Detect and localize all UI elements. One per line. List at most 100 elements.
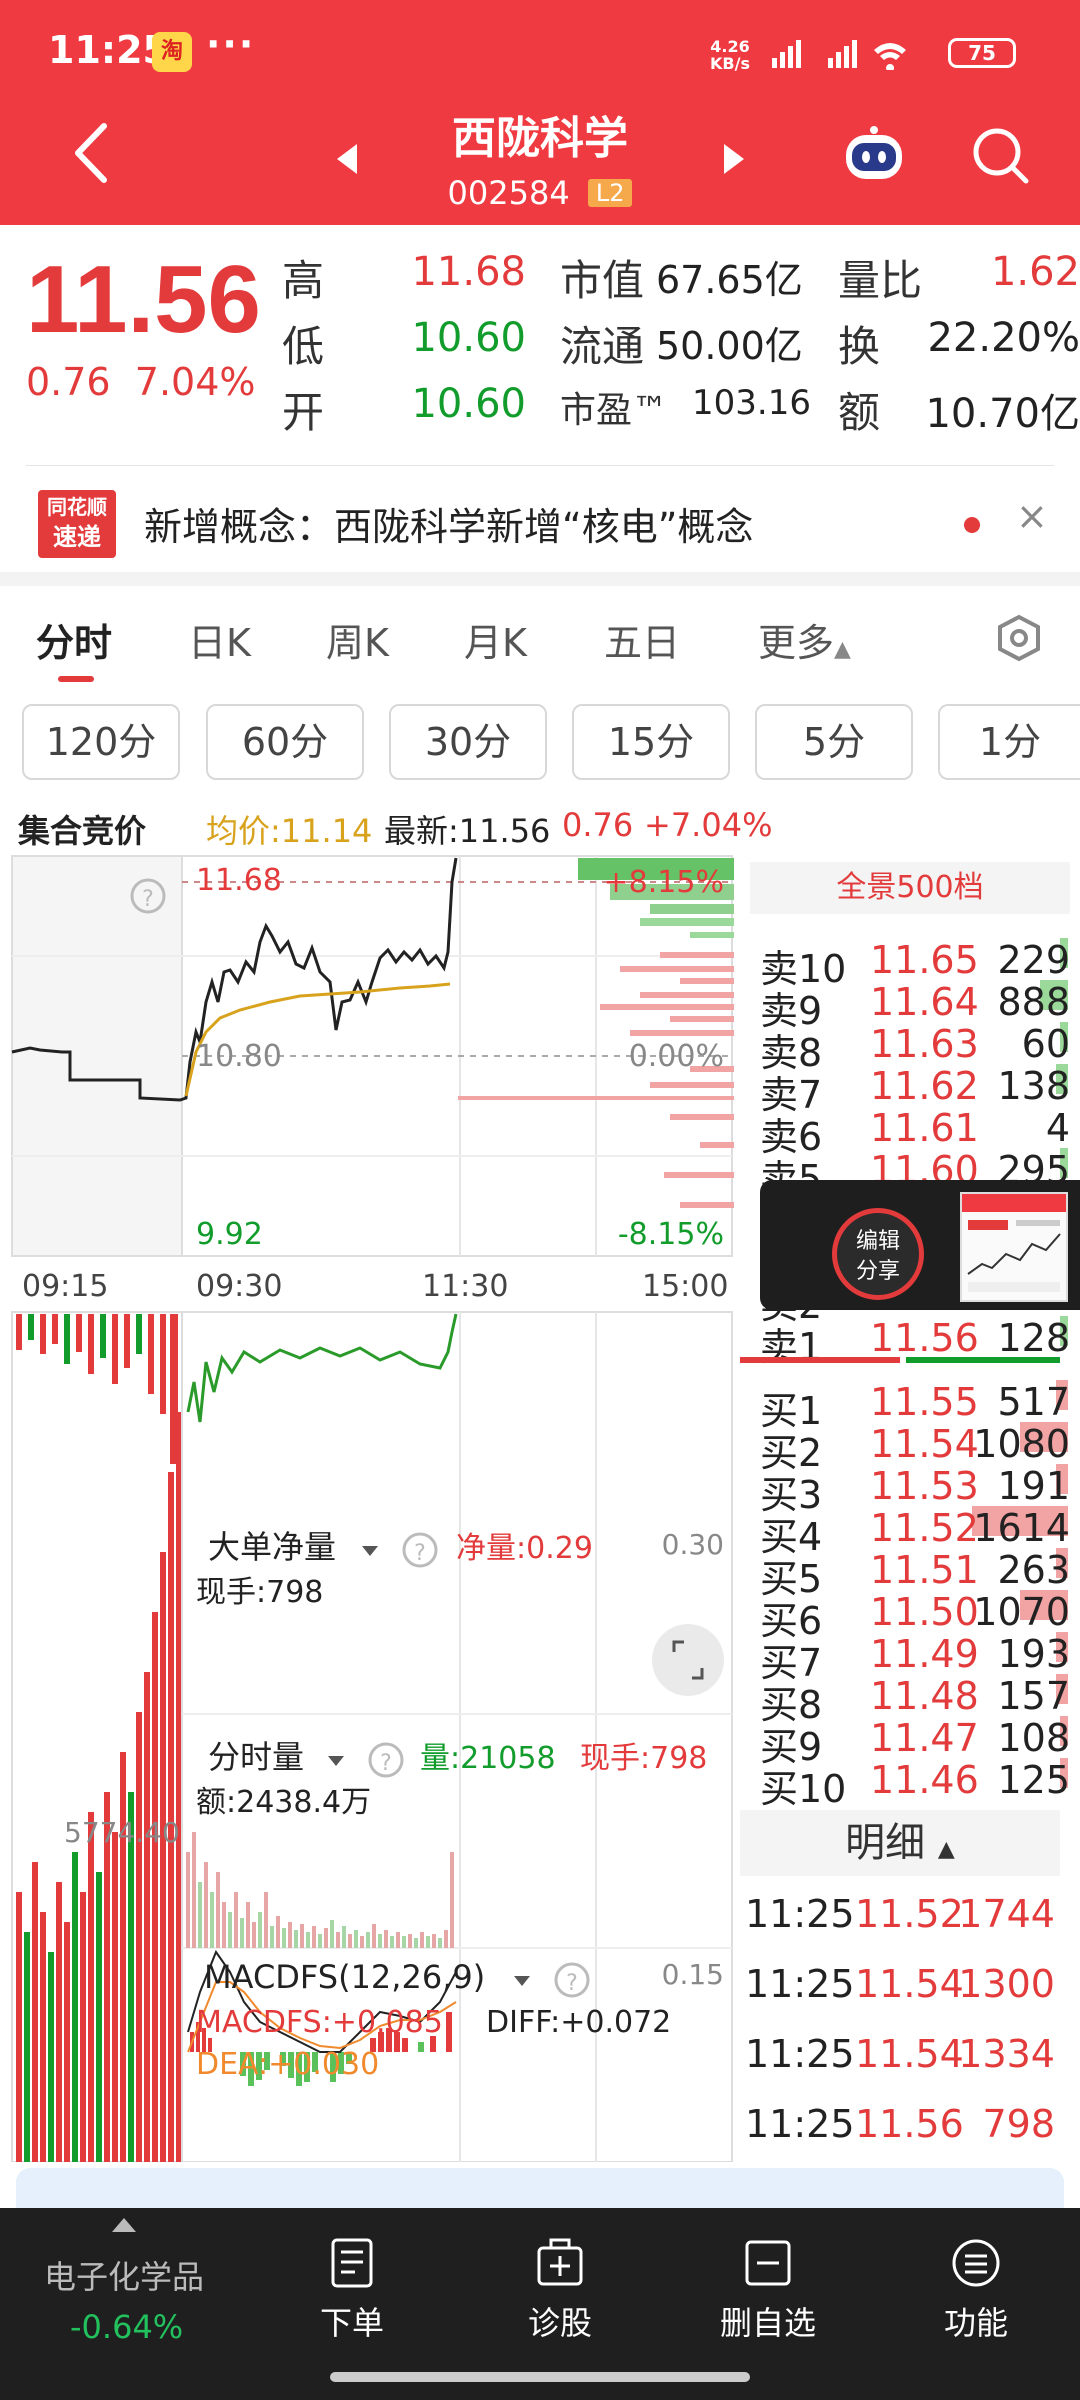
tab-weekly-k[interactable]: 周K	[326, 612, 389, 667]
bid-ask-ratio-bar	[740, 1354, 1060, 1364]
auction-label: 集合竞价	[18, 812, 147, 850]
bid-row[interactable]: 买2 11.54 1080	[760, 1422, 1080, 1475]
nav-order[interactable]: 下单	[282, 2236, 422, 2344]
nav-remove-favorite[interactable]: 删自选	[698, 2236, 838, 2344]
price-info-row: 集合竞价 均价:11.14 最新:11.56 0.76 +7.04%	[0, 800, 772, 860]
pct-top-label: +8.15%	[604, 865, 724, 900]
bid-row[interactable]: 买3 11.53 191	[760, 1464, 1080, 1517]
auction-volume-bars	[16, 1314, 181, 2162]
sector-expand-arrow-icon[interactable]	[112, 2218, 136, 2232]
trade-detail-header[interactable]: 明细 ▲	[740, 1810, 1060, 1876]
interval-60m-button[interactable]: 60分	[206, 704, 364, 780]
bid-volume: 193	[997, 1632, 1070, 1676]
diagnose-icon	[537, 2238, 583, 2286]
interval-5m-button[interactable]: 5分	[755, 704, 913, 780]
next-stock-arrow-icon[interactable]	[720, 142, 746, 176]
bigorder-dropdown-icon[interactable]	[362, 1546, 378, 1556]
pct-bottom-label: -8.15%	[618, 1217, 724, 1252]
news-close-button[interactable]: ×	[1016, 494, 1048, 538]
trade-volume: 1744	[958, 1892, 1055, 1936]
intraday-chart[interactable]: 11.68 +8.15% 10.80 0.00% 9.92 -8.15% ? 0…	[0, 852, 740, 2163]
interval-15m-button[interactable]: 15分	[572, 704, 730, 780]
time-label-0915: 09:15	[22, 1269, 108, 1304]
nav-diagnose[interactable]: 诊股	[490, 2236, 630, 2344]
ask-row[interactable]: 卖10 11.65 229	[760, 938, 1080, 991]
bigorder-title[interactable]: 大单净量	[208, 1528, 336, 1566]
tab-monthly-k[interactable]: 月K	[464, 612, 527, 667]
search-icon[interactable]	[970, 125, 1032, 187]
ask-row[interactable]: 卖7 11.62 138	[760, 1064, 1080, 1117]
tab-intraday[interactable]: 分时	[36, 612, 112, 667]
bid-row[interactable]: 买9 11.47 108	[760, 1716, 1080, 1769]
bid-price: 11.54	[870, 1422, 979, 1466]
settings-hexagon-icon[interactable]	[995, 614, 1043, 662]
trade-volume: 798	[982, 2102, 1055, 2146]
bid-row[interactable]: 买10 11.46 125	[760, 1758, 1080, 1811]
bid-row[interactable]: 买8 11.48 157	[760, 1674, 1080, 1727]
unread-dot	[964, 517, 980, 533]
volume-current: 现手:798	[580, 1741, 707, 1776]
home-indicator[interactable]	[330, 2372, 750, 2382]
ask-row[interactable]: 卖1 11.56 128	[760, 1316, 1080, 1369]
trade-price: 11.54	[855, 2032, 964, 2076]
trade-time: 11:25	[745, 1962, 855, 2006]
bid-row[interactable]: 买7 11.49 193	[760, 1632, 1080, 1685]
bid-row[interactable]: 买5 11.51 263	[760, 1548, 1080, 1601]
news-text[interactable]: 新增概念：西陇科学新增“核电”概念	[144, 496, 753, 551]
ask-price: 11.65	[870, 938, 979, 982]
macd-title[interactable]: MACDFS(12,26,9)	[204, 1958, 485, 1996]
ask-row[interactable]: 卖8 11.63 60	[760, 1022, 1080, 1075]
battery-indicator: 75	[948, 38, 1016, 68]
volume-dropdown-icon[interactable]	[328, 1756, 344, 1766]
ask-row[interactable]: 卖6 11.61 4	[760, 1106, 1080, 1159]
trade-volume: 1300	[958, 1962, 1055, 2006]
price-top-label: 11.68	[196, 863, 282, 898]
bid-row[interactable]: 买1 11.55 517	[760, 1380, 1080, 1433]
fullscreen-button[interactable]	[652, 1624, 724, 1696]
help-icon-glyph: ?	[142, 887, 154, 912]
edit-share-button[interactable]: 编辑 分享	[832, 1208, 924, 1300]
app-header: 11:25 淘 ··· 4.26 KB/s 75 西陇科学 002584 L2	[0, 0, 1080, 225]
help-icon-glyph: ?	[380, 1751, 392, 1776]
bid-price: 11.52	[870, 1506, 979, 1550]
volume-title[interactable]: 分时量	[208, 1738, 304, 1776]
ask-volume: 229	[997, 938, 1070, 982]
ask-volume: 4	[1045, 1106, 1070, 1150]
open-value: 10.60	[411, 381, 526, 427]
ask-row[interactable]: 卖9 11.64 888	[760, 980, 1080, 1033]
remove-favorite-icon	[745, 2240, 791, 2286]
sector-name[interactable]: 电子化学品	[44, 2252, 204, 2298]
bid-volume: 191	[997, 1464, 1070, 1508]
stock-code-row: 002584 L2	[0, 172, 1080, 212]
tab-more[interactable]: 更多▲	[758, 612, 851, 667]
ask-price: 11.64	[870, 980, 979, 1024]
macd-dropdown-icon[interactable]	[514, 1976, 530, 1986]
chart-svg: 11.68 +8.15% 10.80 0.00% 9.92 -8.15% ? 0…	[11, 855, 734, 2163]
network-speed: 4.26 KB/s	[710, 37, 750, 73]
macd-scale: 0.15	[662, 1958, 724, 1991]
volume-ratio-value: 1.62	[990, 249, 1080, 295]
interval-1m-button[interactable]: 1分	[938, 704, 1080, 780]
avg-price: 均价:11.14	[206, 812, 373, 850]
interval-30m-button[interactable]: 30分	[389, 704, 547, 780]
pe-label: 市盈™	[560, 390, 669, 431]
screenshot-thumbnail[interactable]	[960, 1192, 1068, 1302]
robot-assistant-icon[interactable]	[840, 125, 908, 187]
tab-five-day[interactable]: 五日	[604, 612, 680, 667]
interval-120m-button[interactable]: 120分	[22, 704, 180, 780]
bid-row[interactable]: 买4 11.52 1614	[760, 1506, 1080, 1559]
info-change: 0.76	[562, 806, 634, 844]
bid-volume: 263	[997, 1548, 1070, 1592]
diff-value: DIFF:+0.072	[486, 2005, 671, 2040]
big-order-line	[186, 1313, 458, 1423]
latest-price: 最新:11.56	[384, 812, 551, 850]
edit-share-widget[interactable]: 编辑 分享	[760, 1180, 1080, 1310]
news-banner[interactable]: 同花顺 速递 新增概念：西陇科学新增“核电”概念 ×	[0, 470, 1080, 570]
price-change: 0.76 7.04%	[26, 360, 256, 404]
ask-price: 11.61	[870, 1106, 979, 1150]
ask-price: 11.62	[870, 1064, 979, 1108]
nav-functions[interactable]: 功能	[906, 2236, 1046, 2344]
trade-volume: 1334	[958, 2032, 1055, 2076]
bid-row[interactable]: 买6 11.50 1070	[760, 1590, 1080, 1643]
tab-daily-k[interactable]: 日K	[188, 612, 251, 667]
